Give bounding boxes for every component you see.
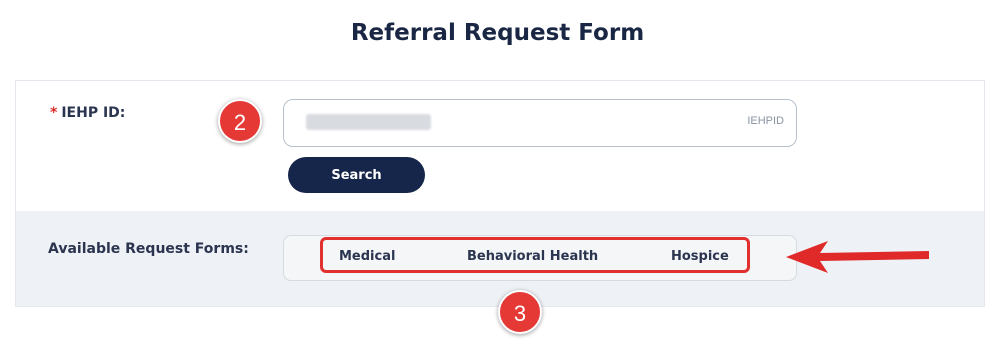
iehp-id-label-text: IEHP ID: (61, 105, 126, 121)
iehp-id-label: * IEHP ID: (50, 105, 125, 121)
required-mark: * (50, 105, 58, 121)
redacted-id-value (306, 114, 431, 130)
iehp-id-input[interactable]: IEHPID (283, 99, 797, 147)
page-title: Referral Request Form (350, 20, 645, 46)
arrow-left-icon (786, 241, 929, 273)
iehp-id-field-hint: IEHPID (747, 115, 784, 127)
forms-highlight-box (320, 237, 750, 273)
step-2-badge: 2 (218, 99, 262, 143)
step-3-badge: 3 (498, 290, 542, 334)
available-forms-label: Available Request Forms: (48, 241, 249, 257)
search-button[interactable]: Search (288, 157, 425, 193)
